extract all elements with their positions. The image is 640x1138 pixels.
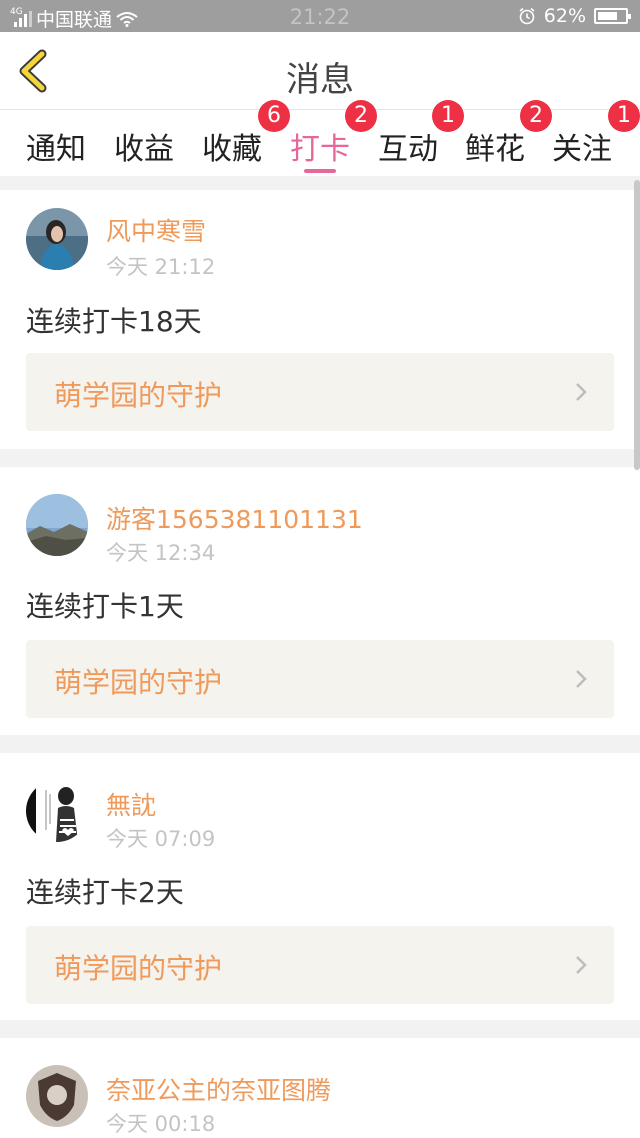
battery-percent: 62% xyxy=(543,5,586,27)
message-time: 今天 12:34 xyxy=(106,541,216,565)
battery-icon xyxy=(594,8,631,24)
user-avatar-image xyxy=(26,208,88,270)
active-tab-indicator xyxy=(304,169,336,173)
favorites-badge: 6 xyxy=(258,100,290,132)
checkin-badge: 2 xyxy=(345,100,377,132)
chevron-right-icon xyxy=(576,670,587,688)
tab-notifications[interactable]: 通知 xyxy=(26,124,86,168)
avatar[interactable] xyxy=(26,494,88,556)
tab-flowers[interactable]: 鲜花 xyxy=(465,124,525,168)
tab-checkin[interactable]: 打卡 xyxy=(290,124,350,168)
tab-follows[interactable]: 关注 xyxy=(552,124,612,168)
chevron-right-icon xyxy=(576,956,587,974)
message-card: 奈亚公主的奈亚图腾 今天 00:18 xyxy=(0,1038,640,1138)
avatar[interactable] xyxy=(26,780,88,842)
username[interactable]: 奈亚公主的奈亚图腾 xyxy=(106,1071,331,1107)
course-link-label: 萌学园的守护 xyxy=(54,666,223,699)
message-time: 今天 21:12 xyxy=(106,255,216,279)
avatar[interactable] xyxy=(26,1065,88,1127)
course-link-label: 萌学园的守护 xyxy=(54,952,223,985)
page-title: 消息 xyxy=(286,60,354,100)
message-card: 游客1565381101131 今天 12:34 连续打卡1天 萌学园的守护 xyxy=(0,467,640,735)
user-avatar-image xyxy=(26,494,88,556)
user-avatar-image xyxy=(26,1065,88,1127)
tab-favorites[interactable]: 收藏 xyxy=(202,124,262,168)
tab-interactions[interactable]: 互动 xyxy=(378,124,438,168)
chevron-right-icon xyxy=(576,383,587,401)
course-link[interactable]: 萌学园的守护 xyxy=(26,353,614,431)
status-right: 62% xyxy=(518,5,631,27)
message-content: 连续打卡18天 xyxy=(26,305,202,338)
message-content: 连续打卡2天 xyxy=(26,876,184,909)
status-bar: 4G 中国联通 21:22 62% xyxy=(0,0,640,32)
flowers-badge: 2 xyxy=(520,100,552,132)
message-content: 连续打卡1天 xyxy=(26,590,184,623)
message-time: 今天 00:18 xyxy=(106,1112,216,1136)
username[interactable]: 风中寒雪 xyxy=(106,212,206,248)
user-avatar-image xyxy=(26,780,88,842)
scrollbar[interactable] xyxy=(634,180,640,470)
alarm-icon xyxy=(519,7,535,25)
username[interactable]: 游客1565381101131 xyxy=(106,500,363,536)
avatar[interactable] xyxy=(26,208,88,270)
tab-earnings[interactable]: 收益 xyxy=(114,124,174,168)
username[interactable]: 無訦 xyxy=(106,786,156,822)
message-time: 今天 07:09 xyxy=(106,827,216,851)
interactions-badge: 1 xyxy=(432,100,464,132)
header-bar: 消息 xyxy=(0,32,640,110)
course-link-label: 萌学园的守护 xyxy=(54,379,223,412)
course-link[interactable]: 萌学园的守护 xyxy=(26,926,614,1004)
tab-bar: 通知 收益 收藏 打卡 互动 鲜花 关注 6 2 1 2 1 xyxy=(0,100,640,176)
message-card: 风中寒雪 今天 21:12 连续打卡18天 萌学园的守护 xyxy=(0,190,640,449)
follows-badge: 1 xyxy=(608,100,640,132)
course-link[interactable]: 萌学园的守护 xyxy=(26,640,614,718)
message-card: 無訦 今天 07:09 连续打卡2天 萌学园的守护 xyxy=(0,753,640,1020)
